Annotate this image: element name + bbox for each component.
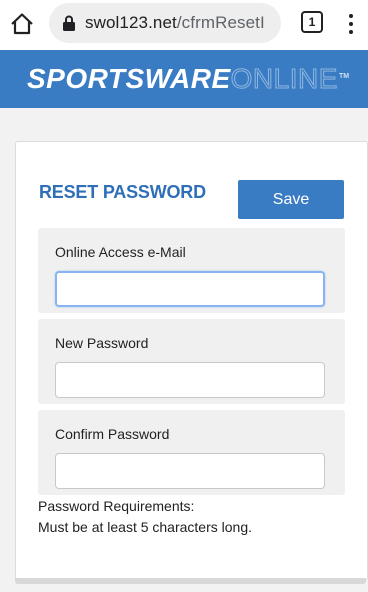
address-bar[interactable]: swol123.net/cfrmResetI [49, 3, 281, 43]
url-domain: swol123.net [85, 13, 177, 32]
confirm-password-label: Confirm Password [55, 426, 170, 442]
logo-trademark: TM [339, 73, 350, 80]
logo-part-1: SPORTSWARE [27, 63, 231, 94]
page-title: RESET PASSWORD [39, 182, 206, 202]
sportsware-online-logo: SPORTSWAREONLINE TM [27, 62, 349, 96]
requirements-text: Must be at least 5 characters long. [38, 519, 252, 535]
lock-icon [63, 15, 75, 31]
new-password-label: New Password [55, 335, 149, 351]
email-label: Online Access e-Mail [55, 244, 186, 260]
tabs-icon[interactable]: 1 [301, 11, 323, 33]
home-icon[interactable] [9, 11, 35, 37]
card-shadow [15, 578, 366, 584]
email-input[interactable] [55, 271, 325, 307]
url-path: /cfrmResetI [176, 13, 265, 32]
more-vert-icon[interactable] [344, 11, 358, 37]
browser-toolbar: swol123.net/cfrmResetI 1 [0, 0, 368, 50]
site-header: SPORTSWAREONLINE TM [0, 50, 368, 108]
url-text: swol123.net/cfrmResetI [85, 13, 265, 33]
new-password-input[interactable] [55, 362, 325, 398]
confirm-password-input[interactable] [55, 453, 325, 489]
email-field-group: Online Access e-Mail [38, 228, 345, 313]
save-button[interactable]: Save [238, 180, 344, 219]
new-password-field-group: New Password [38, 319, 345, 404]
password-requirements: Password Requirements: Must be at least … [38, 496, 252, 538]
logo-part-2: ONLINE [230, 63, 338, 95]
confirm-password-field-group: Confirm Password [38, 410, 345, 495]
requirements-heading: Password Requirements: [38, 498, 195, 514]
reset-password-card: RESET PASSWORD Save Online Access e-Mail… [15, 141, 368, 581]
